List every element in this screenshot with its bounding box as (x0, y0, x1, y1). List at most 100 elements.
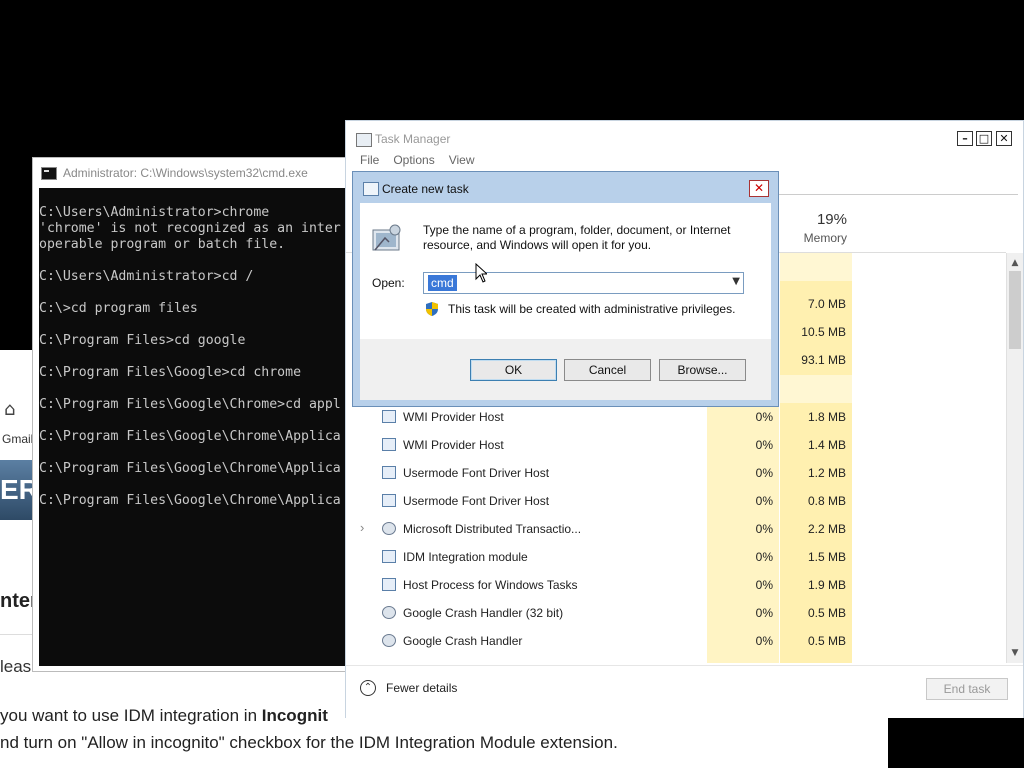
process-icon (382, 410, 396, 423)
process-name: WMI Provider Host (403, 438, 504, 452)
cmd-line: C:\Program Files\Google\Chrome\Applica (39, 429, 341, 444)
console-icon (41, 166, 57, 180)
cmd-title: Administrator: C:\Windows\system32\cmd.e… (63, 166, 308, 180)
dialog-titlebar[interactable]: Create new task ✕ (353, 172, 778, 204)
dialog-body: Type the name of a program, folder, docu… (360, 203, 771, 400)
dialog-close-button[interactable]: ✕ (749, 180, 769, 197)
cpu-cell: 0% (755, 522, 773, 536)
mouse-cursor-icon (475, 263, 487, 283)
cmd-line: C:\Program Files\Google\Chrome\Applica (39, 461, 341, 476)
memory-cell: 0.5 MB (807, 606, 846, 620)
cpu-cell: 0% (755, 550, 773, 564)
process-name: Usermode Font Driver Host (403, 494, 550, 508)
dialog-window-icon (363, 182, 379, 196)
cmd-console[interactable]: C:\Users\Administrator>chrome'chrome' is… (39, 188, 351, 666)
maximize-button[interactable]: □ (976, 131, 992, 146)
cpu-cell: 0% (755, 578, 773, 592)
cancel-button[interactable]: Cancel (564, 359, 651, 381)
table-row[interactable]: Google Crash Handler (32 bit) 0% 0.5 MB (346, 599, 1006, 627)
task-manager-titlebar[interactable]: Task Manager – □ ✕ (346, 121, 1023, 157)
cmd-line: C:\Users\Administrator>cd / (39, 269, 254, 284)
cmd-line (39, 253, 341, 269)
memory-cell: 1.4 MB (807, 438, 846, 452)
cmd-line: C:\>cd program files (39, 301, 198, 316)
cmd-line (39, 317, 341, 333)
cmd-window[interactable]: Administrator: C:\Windows\system32\cmd.e… (32, 157, 352, 672)
memory-column-header[interactable]: 19% Memory (780, 211, 847, 245)
task-manager-title: Task Manager (375, 132, 451, 146)
menu-file[interactable]: File (360, 153, 379, 167)
scroll-thumb[interactable] (1009, 271, 1021, 349)
scroll-up-icon[interactable]: ▲ (1009, 257, 1021, 269)
memory-label: Memory (803, 231, 847, 245)
task-manager-icon (356, 133, 372, 147)
site-banner: ER (0, 460, 34, 520)
vertical-scrollbar[interactable]: ▲ ▼ (1006, 253, 1023, 663)
table-row[interactable]: WMI Provider Host 0% 1.8 MB (346, 403, 1006, 431)
paragraph-line2: nd turn on "Allow in incognito" checkbox… (0, 733, 618, 752)
article-text-fragment: leas (0, 657, 32, 676)
table-row[interactable]: › Microsoft Distributed Transactio... 0% 2.… (346, 515, 1006, 543)
run-icon (372, 224, 401, 251)
memory-cell: 0.5 MB (807, 634, 846, 648)
cmd-line (39, 285, 341, 301)
table-row[interactable]: Google Crash Handler 0% 0.5 MB (346, 627, 1006, 655)
gmail-link[interactable]: Gmail (2, 432, 33, 446)
tabs-divider (778, 194, 1018, 195)
cmd-line (39, 477, 341, 493)
cmd-line (39, 413, 341, 429)
cmd-line: 'chrome' is not recognized as an inter (39, 221, 341, 236)
cmd-line (39, 445, 341, 461)
memory-cell: 1.5 MB (807, 550, 846, 564)
process-name: WMI Provider Host (403, 410, 504, 424)
menu-options[interactable]: Options (393, 153, 434, 167)
cmd-output: C:\Users\Administrator>chrome'chrome' is… (39, 205, 341, 509)
process-icon (382, 578, 396, 591)
fewer-details-link[interactable]: Fewer details (386, 681, 457, 695)
table-row[interactable]: IDM Integration module 0% 1.5 MB (346, 543, 1006, 571)
table-row[interactable]: WMI Provider Host 0% 1.4 MB (346, 431, 1006, 459)
browse-button[interactable]: Browse... (659, 359, 746, 381)
cpu-cell: 0% (755, 634, 773, 648)
process-name: Usermode Font Driver Host (403, 466, 550, 480)
chevron-up-icon[interactable]: ⌃ (360, 680, 376, 696)
menu-bar: File Options View (360, 153, 475, 167)
cmd-line: C:\Program Files>cd google (39, 333, 246, 348)
home-icon[interactable]: ⌂ (4, 400, 24, 420)
open-combobox[interactable]: cmd ▼ (423, 272, 744, 294)
process-icon (382, 494, 396, 507)
scroll-down-icon[interactable]: ▼ (1009, 647, 1021, 659)
cpu-cell: 0% (755, 494, 773, 508)
cmd-line (39, 381, 341, 397)
close-button[interactable]: ✕ (996, 131, 1012, 146)
memory-cell: 2.2 MB (807, 522, 846, 536)
chevron-right-icon[interactable]: › (360, 520, 364, 535)
end-task-button[interactable]: End task (926, 678, 1008, 700)
cmd-line: C:\Program Files\Google>cd chrome (39, 365, 302, 380)
chevron-down-icon[interactable]: ▼ (732, 276, 740, 287)
menu-view[interactable]: View (449, 153, 475, 167)
cpu-cell: 0% (755, 466, 773, 480)
process-icon (382, 550, 396, 563)
cmd-line: operable program or batch file. (39, 237, 286, 252)
cmd-line (39, 349, 341, 365)
table-row[interactable]: Host Process for Windows Tasks 0% 1.9 MB (346, 571, 1006, 599)
minimize-button[interactable]: – (957, 131, 973, 146)
memory-cell: 10.5 MB (801, 325, 846, 339)
table-row[interactable]: Usermode Font Driver Host 0% 0.8 MB (346, 487, 1006, 515)
paragraph-bold: Incognit (261, 706, 328, 725)
cmd-line: C:\Program Files\Google\Chrome>cd appl (39, 397, 341, 412)
cmd-line: C:\Users\Administrator>chrome (39, 205, 270, 220)
process-icon (382, 606, 396, 619)
memory-cell: 7.0 MB (807, 297, 846, 311)
create-new-task-dialog[interactable]: Create new task ✕ Type the name of a pro… (352, 171, 779, 407)
memory-percent: 19% (816, 211, 847, 228)
cmd-line: C:\Program Files\Google\Chrome\Applica (39, 493, 341, 508)
open-input-value[interactable]: cmd (428, 275, 457, 291)
uac-shield-icon (426, 302, 438, 316)
task-manager-footer: ⌃ Fewer details End task (346, 665, 1023, 718)
process-name: Host Process for Windows Tasks (403, 578, 578, 592)
table-row[interactable]: Usermode Font Driver Host 0% 1.2 MB (346, 459, 1006, 487)
ok-button[interactable]: OK (470, 359, 557, 381)
cmd-titlebar[interactable]: Administrator: C:\Windows\system32\cmd.e… (33, 158, 351, 188)
